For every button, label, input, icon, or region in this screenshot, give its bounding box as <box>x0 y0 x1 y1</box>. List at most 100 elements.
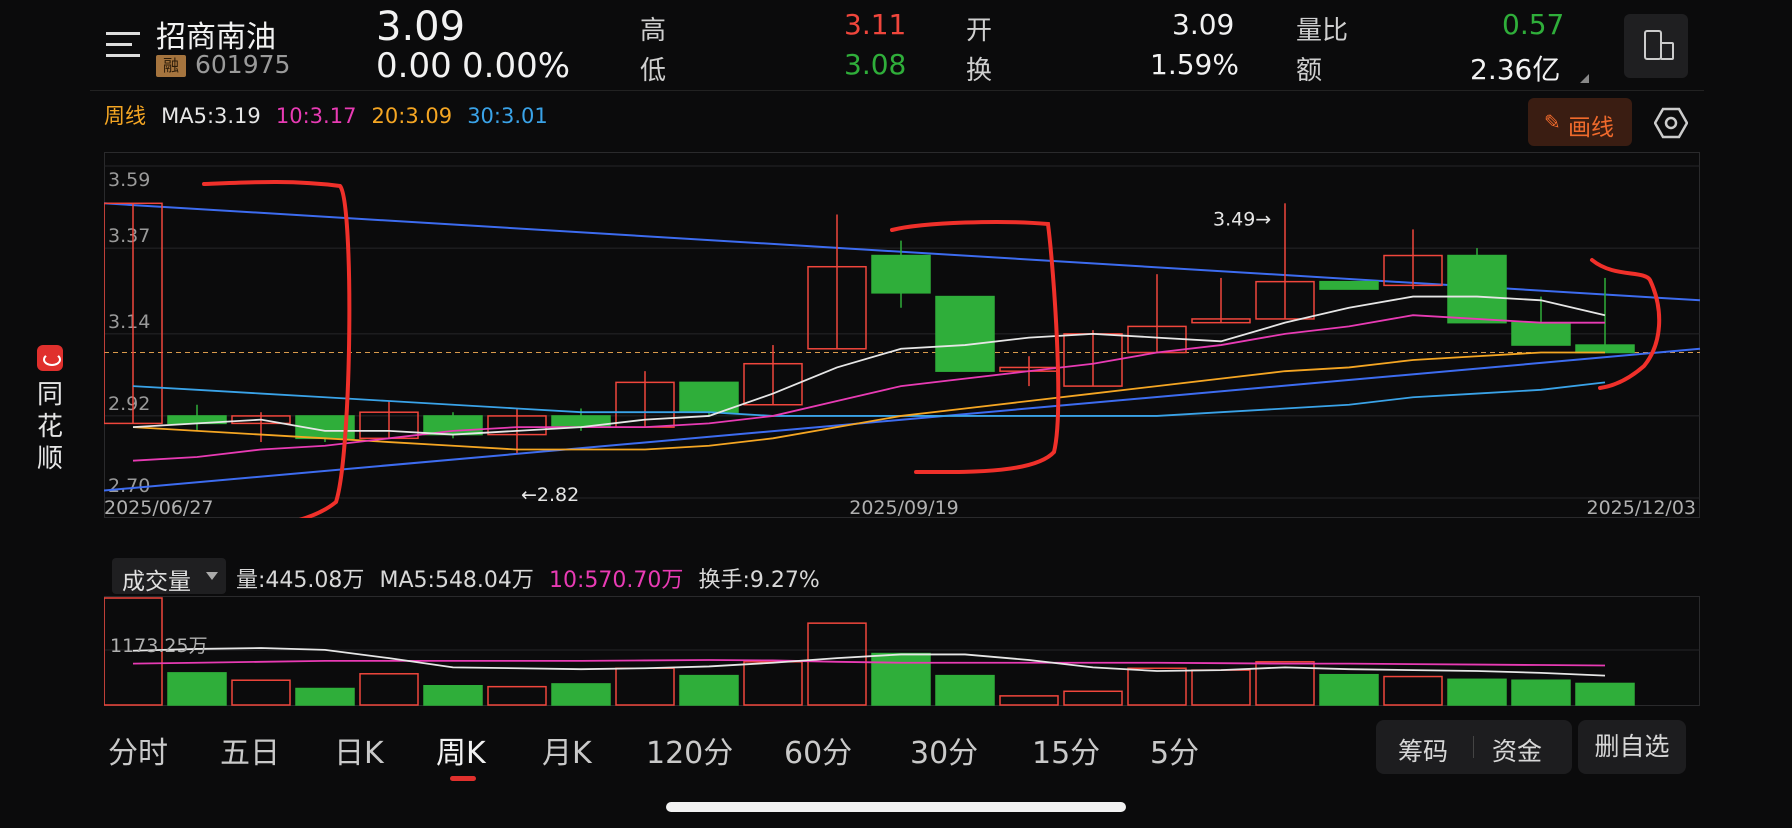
tab-weekly[interactable]: 周K <box>436 728 486 772</box>
candle-body <box>1575 344 1635 354</box>
ma20-value: 20:3.09 <box>371 104 453 128</box>
volume-bar <box>295 687 355 706</box>
turnover-rate-value: 换手:9.27% <box>698 568 820 593</box>
volume-bar <box>743 661 803 706</box>
volume-bar <box>935 674 995 706</box>
open-value: 3.09 <box>1172 8 1235 41</box>
high-marker: 3.49→ <box>1213 208 1271 230</box>
volume-bar <box>1319 673 1379 706</box>
ma5-line <box>132 295 1606 436</box>
app-sidebar: 同 花 顺 <box>30 345 70 475</box>
corner-triangle-icon <box>1580 74 1589 83</box>
volume-ma10-value: 10:570.70万 <box>549 568 684 593</box>
app-char: 顺 <box>36 444 63 474</box>
candle-body <box>423 415 483 436</box>
candle-body <box>871 254 931 294</box>
volume-bar <box>167 672 227 706</box>
y-tick-label: 3.14 <box>108 311 150 333</box>
candle-body <box>1447 254 1507 324</box>
delete-watchlist-button[interactable]: 删自选 <box>1578 720 1686 774</box>
landscape-switch-button[interactable] <box>1624 14 1688 78</box>
volume-ma5-value: MA5:548.04万 <box>379 568 534 593</box>
amount-label: 额 <box>1296 56 1323 86</box>
turnover-value: 1.59% <box>1150 48 1239 81</box>
volume-bar <box>1063 690 1123 706</box>
chips-button[interactable]: 筹码 <box>1398 732 1448 768</box>
tab-five-day[interactable]: 五日 <box>220 728 280 772</box>
y-tick-label: 3.59 <box>108 169 150 191</box>
candle-body <box>1319 280 1379 290</box>
header-divider <box>90 90 1704 91</box>
stock-screen: 同 花 顺 招商南油 融 601975 3.09 0.00 0.00% 高 3.… <box>0 0 1792 828</box>
margin-badge: 融 <box>156 55 186 77</box>
annotation-bracket <box>202 180 352 518</box>
volume-bar <box>871 652 931 706</box>
tab-15min[interactable]: 15分 <box>1032 728 1100 772</box>
volume-bar <box>807 622 867 706</box>
pencil-icon: ✎ <box>1544 110 1561 134</box>
tab-5min[interactable]: 5分 <box>1150 728 1199 772</box>
volume-value: 量:445.08万 <box>236 568 365 593</box>
funds-button[interactable]: 资金 <box>1492 732 1542 768</box>
volume-bar <box>231 679 291 706</box>
x-date-label: 2025/09/19 <box>849 497 959 518</box>
volume-bar <box>1447 678 1507 706</box>
low-marker: ←2.82 <box>521 484 579 506</box>
y-tick-label: 3.37 <box>108 225 150 247</box>
button-divider <box>1473 736 1474 758</box>
last-price: 3.09 <box>376 4 466 50</box>
draw-line-button[interactable]: ✎ 画线 <box>1528 98 1632 146</box>
open-label: 开 <box>966 16 993 46</box>
chevron-down-icon <box>206 572 218 580</box>
volume-bar <box>551 683 611 706</box>
volume-ratio-label: 量比 <box>1296 16 1349 46</box>
ma30-line <box>132 381 1606 417</box>
volume-max-tick: 1173.25万 <box>110 635 208 657</box>
tab-intraday[interactable]: 分时 <box>108 728 168 772</box>
tab-monthly[interactable]: 月K <box>542 728 592 772</box>
ma30-value: 30:3.01 <box>467 104 548 128</box>
price-change: 0.00 <box>376 46 452 86</box>
volume-bar <box>1575 682 1635 706</box>
tab-60min[interactable]: 60分 <box>784 728 852 772</box>
candle-body <box>1511 321 1571 346</box>
low-label: 低 <box>640 56 667 86</box>
menu-lines-icon[interactable] <box>106 30 140 58</box>
app-char: 花 <box>36 412 63 442</box>
volume-bar <box>1511 679 1571 706</box>
volume-bar <box>615 667 675 706</box>
amount-value: 2.36亿 <box>1470 53 1561 86</box>
ma10-value: 10:3.17 <box>275 104 357 128</box>
x-date-label: 2025/12/03 <box>1586 497 1696 518</box>
tab-30min[interactable]: 30分 <box>910 728 978 772</box>
active-tab-indicator <box>450 776 476 781</box>
high-label: 高 <box>640 16 667 46</box>
low-value: 3.08 <box>844 48 907 81</box>
turnover-label: 换 <box>966 56 993 86</box>
volume-bar <box>1383 675 1443 706</box>
candle-body <box>935 295 995 372</box>
volume-bar <box>1127 667 1187 706</box>
indicator-select[interactable]: 成交量 <box>112 558 226 595</box>
tab-120min[interactable]: 120分 <box>646 728 733 772</box>
price-chart[interactable]: 3.593.373.142.922.703.49→←2.822025/06/27… <box>104 152 1704 518</box>
volume-bar <box>1191 669 1251 706</box>
volume-ma10-line <box>132 659 1606 667</box>
volume-bar <box>359 673 419 706</box>
tab-daily[interactable]: 日K <box>334 728 384 772</box>
period-label[interactable]: 周线 <box>104 104 146 128</box>
indicator-select-label: 成交量 <box>122 569 191 595</box>
y-tick-label: 2.92 <box>108 393 150 415</box>
volume-chart[interactable]: 1173.25万 <box>104 596 1704 706</box>
app-char: 同 <box>36 380 63 410</box>
x-date-label: 2025/06/27 <box>104 497 214 518</box>
volume-legend: 量:445.08万 MA5:548.04万 10:570.70万 换手:9.27… <box>236 562 830 594</box>
stock-code: 601975 <box>195 50 291 79</box>
volume-bar <box>999 695 1059 706</box>
home-indicator <box>666 802 1126 812</box>
volume-bar <box>423 684 483 706</box>
high-value: 3.11 <box>844 8 907 41</box>
hexagon-settings-icon[interactable] <box>1653 106 1689 140</box>
candle-body <box>679 381 739 413</box>
volume-bar <box>487 685 547 706</box>
